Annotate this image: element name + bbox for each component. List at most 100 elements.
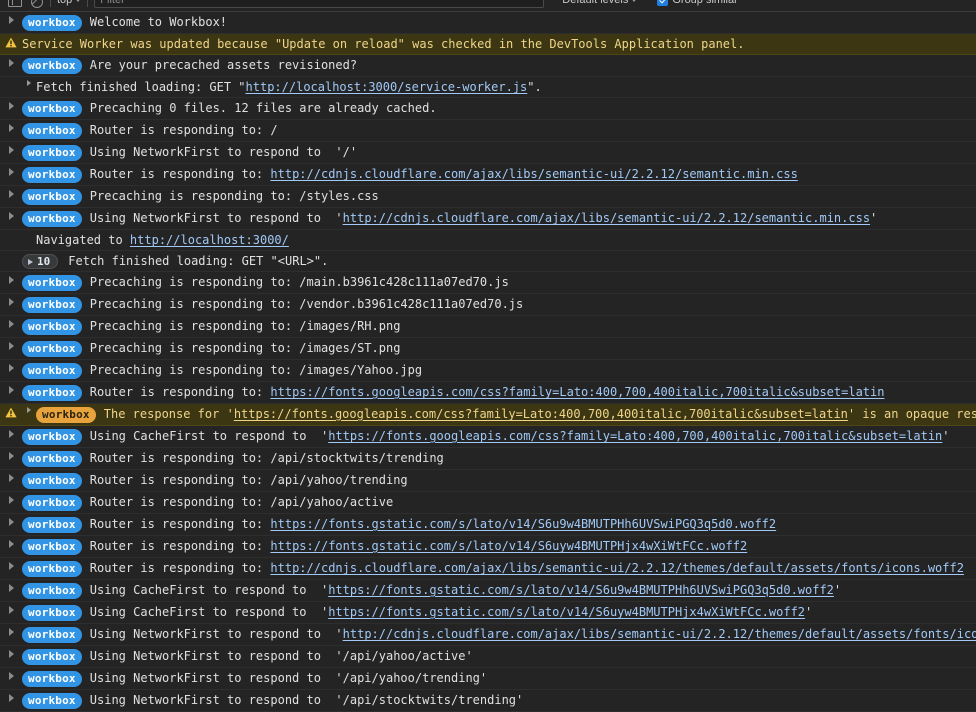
- console-message-row[interactable]: workboxUsing NetworkFirst to respond to …: [0, 142, 976, 164]
- console-link[interactable]: http://cdnjs.cloudflare.com/ajax/libs/se…: [343, 627, 976, 641]
- console-link[interactable]: https://fonts.gstatic.com/s/lato/v14/S6u…: [270, 539, 747, 553]
- expand-arrow-icon[interactable]: [0, 539, 22, 548]
- console-text: Router is responding to: /api/yahoo/tren…: [90, 473, 408, 487]
- console-message-row[interactable]: workboxPrecaching is responding to: /sty…: [0, 186, 976, 208]
- console-message-row[interactable]: workboxUsing CacheFirst to respond to 'h…: [0, 580, 976, 602]
- console-message-text: Router is responding to: https://fonts.g…: [90, 385, 976, 400]
- expand-arrow-icon[interactable]: [0, 363, 22, 372]
- group-count-badge[interactable]: 10: [22, 254, 58, 269]
- expand-arrow-icon[interactable]: [0, 385, 22, 394]
- console-message-row[interactable]: workboxUsing CacheFirst to respond to 'h…: [0, 602, 976, 624]
- console-text: Welcome to Workbox!: [90, 15, 227, 29]
- console-text: Precaching is responding to: /images/Yah…: [90, 363, 422, 377]
- console-message-row[interactable]: Service Worker was updated because "Upda…: [0, 34, 976, 55]
- console-message-list[interactable]: workboxWelcome to Workbox!Service Worker…: [0, 12, 976, 712]
- console-message-row[interactable]: workboxRouter is responding to: /: [0, 120, 976, 142]
- console-link[interactable]: http://localhost:3000/service-worker.js: [246, 80, 528, 94]
- console-link[interactable]: http://cdnjs.cloudflare.com/ajax/libs/se…: [270, 561, 964, 575]
- workbox-badge: workbox: [22, 145, 82, 161]
- console-message-text: Precaching is responding to: /vendor.b39…: [90, 297, 976, 312]
- expand-arrow-icon[interactable]: [0, 517, 22, 526]
- expand-arrow-icon[interactable]: [0, 211, 22, 220]
- console-text: Precaching is responding to: /main.b3961…: [90, 275, 509, 289]
- expand-arrow-icon[interactable]: [0, 123, 22, 132]
- console-message-row[interactable]: workboxRouter is responding to: http://c…: [0, 558, 976, 580]
- log-levels-selector[interactable]: Default levels: [562, 0, 637, 6]
- console-message-row[interactable]: workboxPrecaching is responding to: /mai…: [0, 272, 976, 294]
- console-message-row[interactable]: workboxRouter is responding to: /api/sto…: [0, 448, 976, 470]
- console-message-row[interactable]: workboxUsing NetworkFirst to respond to …: [0, 690, 976, 712]
- console-message-row[interactable]: workboxRouter is responding to: /api/yah…: [0, 470, 976, 492]
- workbox-badge: workbox: [22, 627, 82, 643]
- console-message-text: Using CacheFirst to respond to 'https://…: [90, 429, 976, 444]
- expand-arrow-icon[interactable]: [0, 341, 22, 350]
- expand-arrow-icon[interactable]: [0, 627, 22, 636]
- console-message-row[interactable]: workboxPrecaching is responding to: /ima…: [0, 338, 976, 360]
- workbox-badge: workbox: [22, 297, 82, 313]
- expand-arrow-icon[interactable]: [0, 319, 22, 328]
- expand-arrow-icon[interactable]: [0, 649, 22, 658]
- console-link[interactable]: https://fonts.googleapis.com/css?family=…: [328, 429, 942, 443]
- console-message-row[interactable]: workboxRouter is responding to: /api/yah…: [0, 492, 976, 514]
- console-message-text: Precaching is responding to: /styles.css: [90, 189, 976, 204]
- expand-arrow-icon[interactable]: [0, 189, 22, 198]
- console-message-row[interactable]: Navigated to http://localhost:3000/: [0, 230, 976, 251]
- console-message-row[interactable]: 10Fetch finished loading: GET "<URL>".: [0, 251, 976, 272]
- console-link[interactable]: http://localhost:3000/: [130, 233, 289, 247]
- console-link[interactable]: https://fonts.gstatic.com/s/lato/v14/S6u…: [270, 517, 776, 531]
- console-message-text: Precaching is responding to: /images/ST.…: [90, 341, 976, 356]
- console-message-row[interactable]: workboxThe response for 'https://fonts.g…: [0, 404, 976, 426]
- execution-context-selector[interactable]: top: [57, 0, 81, 6]
- filter-input[interactable]: Filter: [94, 0, 544, 8]
- console-link[interactable]: https://fonts.gstatic.com/s/lato/v14/S6u…: [328, 605, 805, 619]
- expand-arrow-icon[interactable]: [0, 15, 22, 24]
- expand-arrow-icon[interactable]: [0, 495, 22, 504]
- group-similar-toggle[interactable]: Group similar: [657, 0, 737, 6]
- expand-arrow-icon[interactable]: [0, 429, 22, 438]
- expand-arrow-icon[interactable]: [22, 407, 36, 413]
- expand-arrow-icon[interactable]: [0, 145, 22, 154]
- console-link[interactable]: http://cdnjs.cloudflare.com/ajax/libs/se…: [270, 167, 797, 181]
- expand-arrow-icon[interactable]: [0, 101, 22, 110]
- console-message-row[interactable]: workboxAre your precached assets revisio…: [0, 55, 976, 77]
- console-message-text: Welcome to Workbox!: [90, 15, 976, 30]
- expand-arrow-icon[interactable]: [0, 275, 22, 284]
- expand-arrow-icon[interactable]: [22, 80, 36, 86]
- console-message-row[interactable]: workboxRouter is responding to: http://c…: [0, 164, 976, 186]
- console-message-row[interactable]: Fetch finished loading: GET "http://loca…: [0, 77, 976, 98]
- console-message-row[interactable]: workboxUsing CacheFirst to respond to 'h…: [0, 426, 976, 448]
- expand-arrow-icon[interactable]: [0, 167, 22, 176]
- clear-console-icon[interactable]: [28, 0, 44, 8]
- console-message-row[interactable]: workbox Precaching is responding to: /ven…: [0, 294, 976, 316]
- expand-arrow-icon[interactable]: [0, 605, 22, 614]
- expand-arrow-icon[interactable]: [0, 451, 22, 460]
- console-link[interactable]: https://fonts.googleapis.com/css?family=…: [270, 385, 884, 399]
- console-link[interactable]: http://cdnjs.cloudflare.com/ajax/libs/se…: [343, 211, 870, 225]
- console-link[interactable]: https://fonts.gstatic.com/s/lato/v14/S6u…: [328, 583, 834, 597]
- filter-placeholder: Filter: [100, 0, 124, 6]
- console-message-row[interactable]: workboxPrecaching 0 files. 12 files are …: [0, 98, 976, 120]
- console-message-row[interactable]: workboxRouter is responding to: https://…: [0, 382, 976, 404]
- expand-arrow-icon[interactable]: [0, 693, 22, 702]
- console-message-row[interactable]: workboxRouter is responding to: https://…: [0, 536, 976, 558]
- expand-arrow-icon[interactable]: [0, 58, 22, 67]
- console-message-row[interactable]: workboxRouter is responding to: https://…: [0, 514, 976, 536]
- expand-arrow-icon[interactable]: [0, 297, 22, 306]
- console-message-row[interactable]: workboxUsing NetworkFirst to respond to …: [0, 208, 976, 230]
- console-message-text: Using NetworkFirst to respond to 'http:/…: [90, 627, 976, 642]
- expand-arrow-icon[interactable]: [0, 561, 22, 570]
- expand-arrow-icon[interactable]: [0, 671, 22, 680]
- group-similar-checkbox[interactable]: [657, 0, 668, 6]
- console-message-row[interactable]: workboxUsing NetworkFirst to respond to …: [0, 668, 976, 690]
- sidebar-toggle-icon[interactable]: [6, 0, 22, 8]
- console-message-row[interactable]: workboxWelcome to Workbox!: [0, 12, 976, 34]
- console-message-row[interactable]: workboxPrecaching is responding to: /ima…: [0, 316, 976, 338]
- console-message-row[interactable]: workboxUsing NetworkFirst to respond to …: [0, 646, 976, 668]
- console-message-row[interactable]: workbox Using NetworkFirst to respond to …: [0, 624, 976, 646]
- workbox-badge: workbox: [22, 583, 82, 599]
- console-message-text: Using NetworkFirst to respond to 'http:/…: [90, 211, 976, 226]
- console-message-row[interactable]: workboxPrecaching is responding to: /ima…: [0, 360, 976, 382]
- expand-arrow-icon[interactable]: [0, 473, 22, 482]
- expand-arrow-icon[interactable]: [0, 583, 22, 592]
- console-link[interactable]: https://fonts.googleapis.com/css?family=…: [234, 407, 848, 421]
